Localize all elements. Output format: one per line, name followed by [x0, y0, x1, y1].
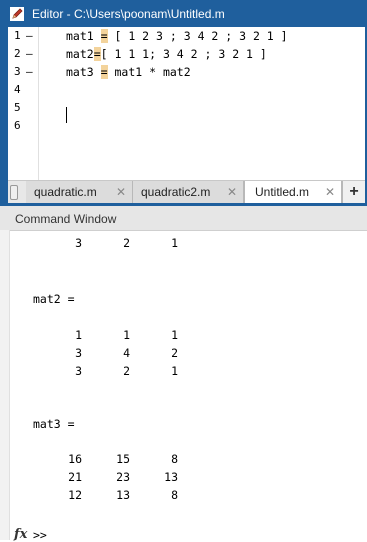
breakpoint-dash[interactable]: –	[26, 45, 33, 63]
equals-highlight: =	[100, 29, 108, 43]
line-number: 4	[14, 83, 21, 96]
matrix-cell: 16	[68, 452, 82, 466]
code-token: [ 1 1 1; 3 4 2 ; 3 2 1 ]	[100, 47, 267, 61]
tab-label: quadratic.m	[34, 185, 97, 199]
matrix-cell: 23	[116, 470, 130, 484]
tab-label: Untitled.m	[255, 185, 310, 199]
breakpoint-dash[interactable]: –	[26, 27, 33, 45]
code-token: mat1	[66, 29, 101, 43]
matrix-cell: 8	[171, 488, 178, 502]
matrix-cell: 1	[171, 236, 178, 250]
matrix-cell: 2	[171, 346, 178, 360]
editor-pencil-icon	[10, 7, 24, 21]
command-window-title: Command Window	[15, 212, 117, 226]
matrix-cell: 4	[123, 346, 130, 360]
editor-tab-bar: quadratic.m ✕ quadratic2.m ✕ Untitled.m …	[8, 180, 365, 204]
close-icon[interactable]: ✕	[116, 181, 126, 203]
close-icon[interactable]: ✕	[325, 181, 335, 203]
matrix-cell: 12	[68, 488, 82, 502]
editor-title-bar[interactable]: Editor - C:\Users\poonam\Untitled.m	[0, 0, 367, 27]
matrix-cell: 1	[171, 328, 178, 342]
code-line-2[interactable]: mat2=[ 1 1 1; 3 4 2 ; 3 2 1 ]	[66, 45, 267, 63]
code-token: mat1 * mat2	[107, 65, 191, 79]
equals-highlight: =	[93, 47, 101, 61]
close-icon[interactable]: ✕	[227, 181, 237, 203]
tab-untitled[interactable]: Untitled.m ✕	[244, 181, 342, 203]
matrix-cell: 1	[123, 328, 130, 342]
line-number: 6	[14, 119, 21, 132]
code-token: [ 1 2 3 ; 3 4 2 ; 3 2 1 ]	[107, 29, 288, 43]
line-number: 1	[14, 29, 21, 42]
matrix-cell: 3	[75, 364, 82, 378]
matrix-cell: 3	[75, 346, 82, 360]
add-tab-button[interactable]: +	[342, 181, 365, 203]
line-number: 2	[14, 47, 21, 60]
code-line-1[interactable]: mat1 = [ 1 2 3 ; 3 4 2 ; 3 2 1 ]	[66, 27, 288, 45]
editor-panel: Editor - C:\Users\poonam\Untitled.m 1 2 …	[0, 0, 367, 206]
code-token: mat2	[66, 47, 94, 61]
tab-quadratic2[interactable]: quadratic2.m ✕	[133, 181, 244, 203]
matrix-cell: 8	[171, 452, 178, 466]
command-window: Command Window 3 2 1 mat2 = 1 1 1 3 4 2 …	[0, 206, 367, 542]
line-number: 5	[14, 101, 21, 114]
tab-scroll-handle[interactable]	[10, 185, 18, 200]
matrix-cell: 15	[116, 452, 130, 466]
matrix-cell: 13	[116, 488, 130, 502]
tab-quadratic[interactable]: quadratic.m ✕	[26, 181, 133, 203]
tab-label: quadratic2.m	[141, 185, 211, 199]
matrix-cell: 3	[75, 236, 82, 250]
code-line-3[interactable]: mat3 = mat1 * mat2	[66, 63, 191, 81]
breakpoint-dash[interactable]: –	[26, 63, 33, 81]
gutter-separator	[38, 27, 39, 180]
editor-title: Editor - C:\Users\poonam\Untitled.m	[32, 7, 225, 21]
equals-highlight: =	[100, 65, 108, 79]
code-token: mat3	[66, 65, 101, 79]
mat3-label: mat3 =	[33, 417, 75, 431]
matrix-cell: 2	[123, 236, 130, 250]
matrix-cell: 1	[75, 328, 82, 342]
editor-frame-left	[0, 27, 8, 206]
line-number: 3	[14, 65, 21, 78]
line-number-gutter: 1 2 3 4 5 6 – – –	[8, 27, 40, 180]
matrix-cell: 13	[164, 470, 178, 484]
matrix-cell: 21	[68, 470, 82, 484]
command-output[interactable]: 3 2 1 mat2 = 1 1 1 3 4 2 3 2 1 mat3 = 16…	[0, 230, 367, 542]
mat2-label: mat2 =	[33, 292, 75, 306]
matrix-cell: 2	[123, 364, 130, 378]
command-window-header[interactable]: Command Window	[0, 206, 367, 231]
code-editor[interactable]: mat1 = [ 1 2 3 ; 3 4 2 ; 3 2 1 ] mat2=[ …	[40, 27, 365, 180]
matlab-window: Editor - C:\Users\poonam\Untitled.m 1 2 …	[0, 0, 367, 542]
matrix-cell: 1	[171, 364, 178, 378]
text-cursor	[66, 107, 67, 123]
